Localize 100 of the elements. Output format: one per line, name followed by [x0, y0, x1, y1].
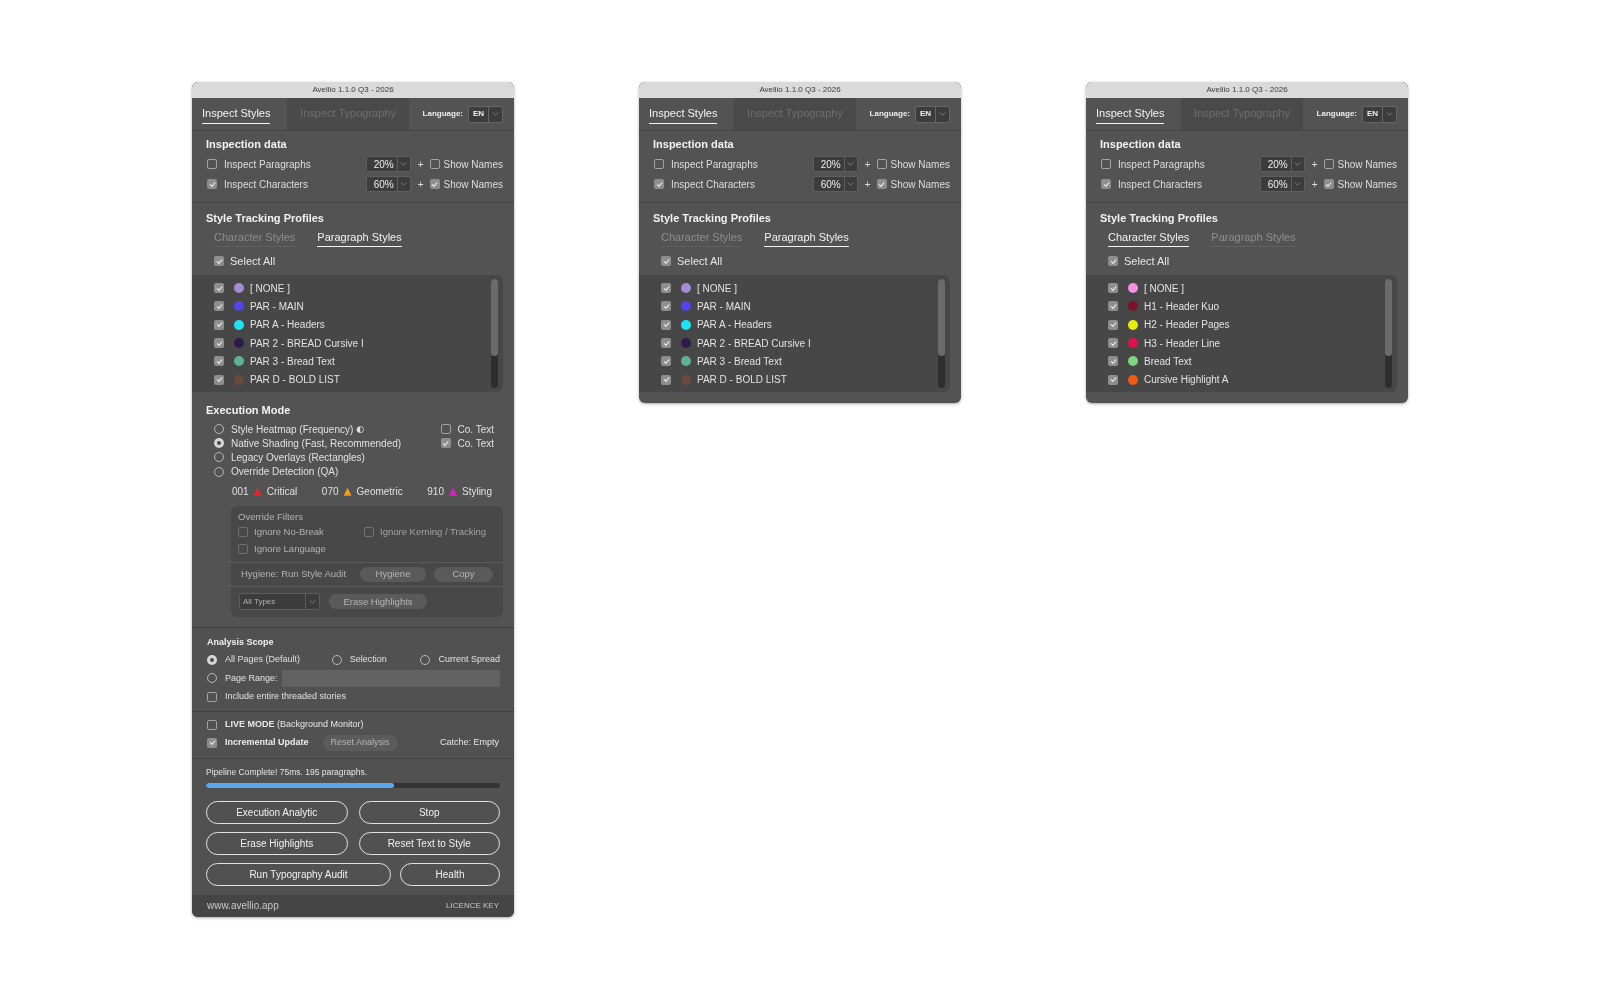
scrollbar[interactable] — [938, 279, 945, 388]
checkbox[interactable] — [876, 179, 887, 189]
style-label: [ NONE ] — [697, 281, 737, 296]
website-link[interactable]: www.avellio.app — [207, 898, 279, 914]
tab[interactable]: Inspect Styles — [639, 98, 734, 130]
option-label: Show Names — [443, 157, 503, 172]
checkbox[interactable] — [207, 691, 217, 702]
checkbox[interactable] — [1323, 179, 1334, 189]
option-label: Override Detection (QA) — [231, 465, 339, 480]
option-label: Inspect Paragraphs — [671, 157, 758, 172]
section-heading: Inspection data — [1099, 137, 1182, 151]
licence-key-link[interactable]: LICENCE KEY — [446, 899, 499, 912]
checkbox[interactable] — [1108, 256, 1118, 266]
plus-sign: + — [1311, 157, 1318, 172]
checkbox[interactable] — [661, 319, 671, 330]
checkbox[interactable] — [214, 256, 224, 266]
checkbox[interactable] — [429, 179, 440, 189]
checkbox[interactable] — [661, 356, 671, 367]
option-label: Inspect Paragraphs — [1118, 157, 1205, 172]
checkbox[interactable] — [661, 338, 671, 349]
tab[interactable]: Inspect Styles — [192, 98, 287, 130]
radio-button[interactable] — [214, 438, 224, 449]
chevron-down-icon — [1386, 112, 1393, 116]
percent-dropdown[interactable]: 60% — [812, 176, 858, 192]
count-label: Styling — [461, 485, 492, 500]
checkbox[interactable] — [661, 283, 671, 294]
count-value: 070 — [321, 485, 339, 500]
option-label: Legacy Overlays (Rectangles) — [231, 450, 365, 465]
scrollbar[interactable] — [491, 279, 498, 388]
percent-dropdown[interactable]: 20% — [1259, 156, 1305, 172]
option-label: Ignore Language — [254, 542, 326, 557]
language-dropdown[interactable]: EN — [1362, 105, 1397, 123]
checkbox[interactable] — [207, 159, 217, 169]
style-label: PAR - MAIN — [250, 299, 304, 314]
checkbox[interactable] — [1101, 159, 1111, 169]
checkbox[interactable] — [1108, 356, 1118, 367]
checkbox[interactable] — [661, 374, 671, 385]
checkbox[interactable] — [1108, 283, 1118, 294]
option-label: Select All — [677, 253, 723, 269]
radio-button[interactable] — [207, 654, 217, 665]
percent-dropdown[interactable]: 20% — [812, 156, 858, 172]
style-label: PAR - MAIN — [697, 299, 751, 314]
option-label: Inspect Paragraphs — [224, 157, 311, 172]
checkbox[interactable] — [1108, 319, 1118, 330]
style-label: [ NONE ] — [1144, 281, 1184, 296]
tab[interactable]: Paragraph Styles — [764, 225, 849, 247]
chevron-down-icon — [1294, 182, 1302, 186]
window-title: Avellio 1.1.0 Q3 - 2026 — [312, 85, 394, 95]
language-dropdown[interactable]: EN — [915, 105, 950, 123]
option-label: Ignore No-Break — [254, 525, 324, 540]
style-label: PAR D - BOLD LIST — [697, 373, 787, 388]
percent-dropdown[interactable]: 60% — [365, 176, 411, 192]
style-label: H2 - Header Pages — [1144, 318, 1230, 333]
tab[interactable]: Paragraph Styles — [317, 225, 402, 247]
style-label: PAR A - Headers — [250, 318, 325, 333]
percent-dropdown[interactable]: 20% — [365, 156, 411, 172]
scrollbar[interactable] — [1385, 279, 1392, 388]
checkbox[interactable] — [214, 283, 224, 294]
count-label: Critical — [266, 485, 298, 500]
checkbox[interactable] — [214, 374, 224, 385]
option-label: Selection — [349, 653, 387, 666]
section-heading: Style Tracking Profiles — [205, 211, 325, 225]
checkbox[interactable] — [1101, 179, 1111, 189]
checkbox[interactable] — [207, 179, 217, 189]
checkbox[interactable] — [1108, 338, 1118, 349]
checkbox[interactable] — [654, 159, 664, 169]
count-value: 910 — [427, 485, 444, 500]
window-title: Avellio 1.1.0 Q3 - 2026 — [759, 85, 841, 95]
checkbox[interactable] — [440, 424, 451, 435]
checkbox[interactable] — [1108, 301, 1118, 312]
tab[interactable]: Inspect Styles — [1086, 98, 1181, 130]
option-label: Show Names — [443, 177, 503, 192]
checkbox[interactable] — [214, 301, 224, 312]
checkbox[interactable] — [214, 338, 224, 349]
option-label: Show Names — [1337, 177, 1397, 192]
checkbox[interactable] — [1108, 374, 1118, 385]
window-title: Avellio 1.1.0 Q3 - 2026 — [1206, 85, 1288, 95]
style-label: PAR 2 - BREAD Cursive I — [697, 336, 811, 351]
checkbox[interactable] — [440, 438, 451, 449]
option-label: Show Names — [890, 177, 950, 192]
checkbox[interactable] — [207, 737, 217, 748]
plus-sign: + — [417, 177, 424, 192]
checkbox[interactable] — [429, 159, 440, 169]
checkbox[interactable] — [214, 319, 224, 330]
contrast-icon: ◐ — [356, 424, 365, 435]
checkbox[interactable] — [1323, 159, 1334, 169]
chevron-down-icon — [847, 182, 855, 186]
language-dropdown[interactable]: EN — [468, 105, 503, 123]
style-label: PAR A - Headers — [697, 318, 772, 333]
checkbox[interactable] — [654, 179, 664, 189]
style-label: H3 - Header Line — [1144, 336, 1221, 351]
checkbox[interactable] — [661, 256, 671, 266]
chevron-down-icon — [400, 182, 408, 186]
tab[interactable]: Character Styles — [1108, 225, 1190, 247]
percent-dropdown[interactable]: 60% — [1259, 176, 1305, 192]
checkbox[interactable] — [207, 719, 217, 730]
option-label: Hygiene: Run Style Audit — [241, 567, 347, 582]
checkbox[interactable] — [214, 356, 224, 367]
checkbox[interactable] — [661, 301, 671, 312]
checkbox[interactable] — [876, 159, 887, 169]
